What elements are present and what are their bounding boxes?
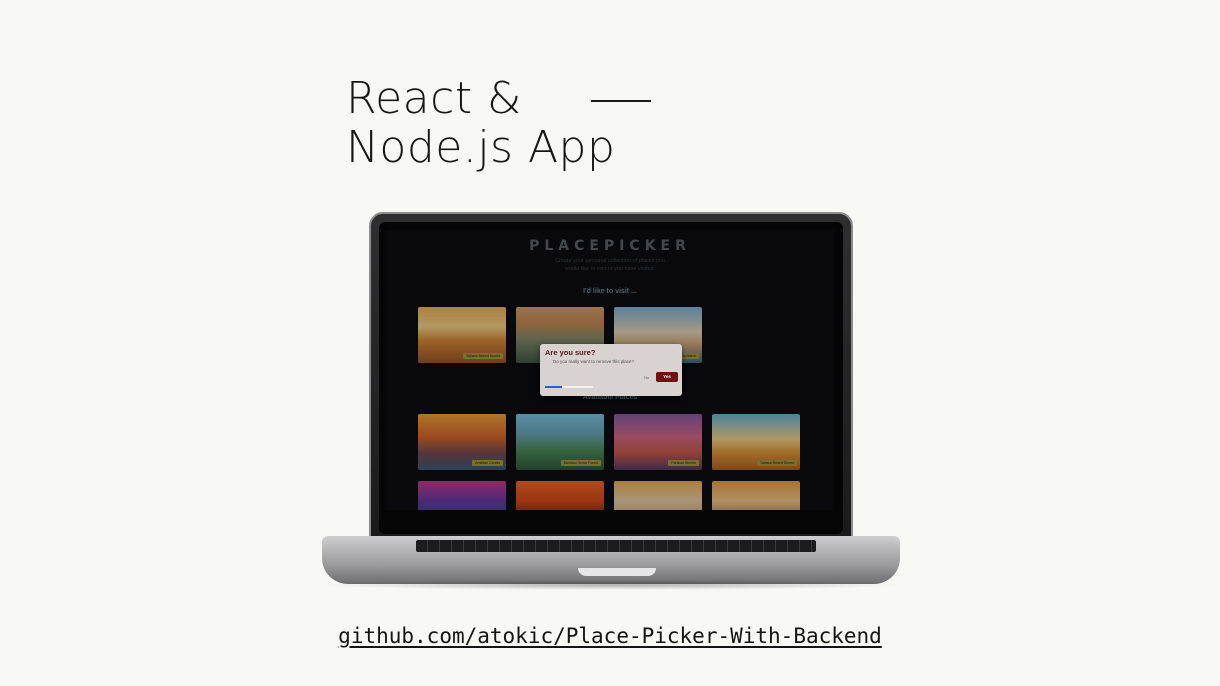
laptop-lid: PLACEPICKER Create your personal collect… [369,212,853,542]
decorative-rule [591,100,651,102]
countdown-progress-bar [545,386,593,388]
keyboard [416,540,816,552]
headline: React & Node.js App [346,74,615,172]
headline-line-1: React & [346,73,522,124]
progress-fill [545,386,562,388]
confirmation-dialog: Are you sure? Do you really want to remo… [540,344,682,396]
laptop-base [322,536,900,584]
dialog-message: Do you really want to remove this place? [553,359,635,364]
no-button[interactable]: No [644,375,649,380]
trackpad-notch [578,568,656,576]
app-screen: PLACEPICKER Create your personal collect… [386,230,834,510]
dialog-title: Are you sure? [545,348,596,357]
laptop-shadow [316,580,906,590]
github-repo-link[interactable]: github.com/atokic/Place-Picker-With-Back… [0,624,1220,648]
yes-button[interactable]: Yes [656,372,678,382]
laptop-mockup: PLACEPICKER Create your personal collect… [316,212,906,596]
headline-line-2: Node.js App [346,122,616,173]
